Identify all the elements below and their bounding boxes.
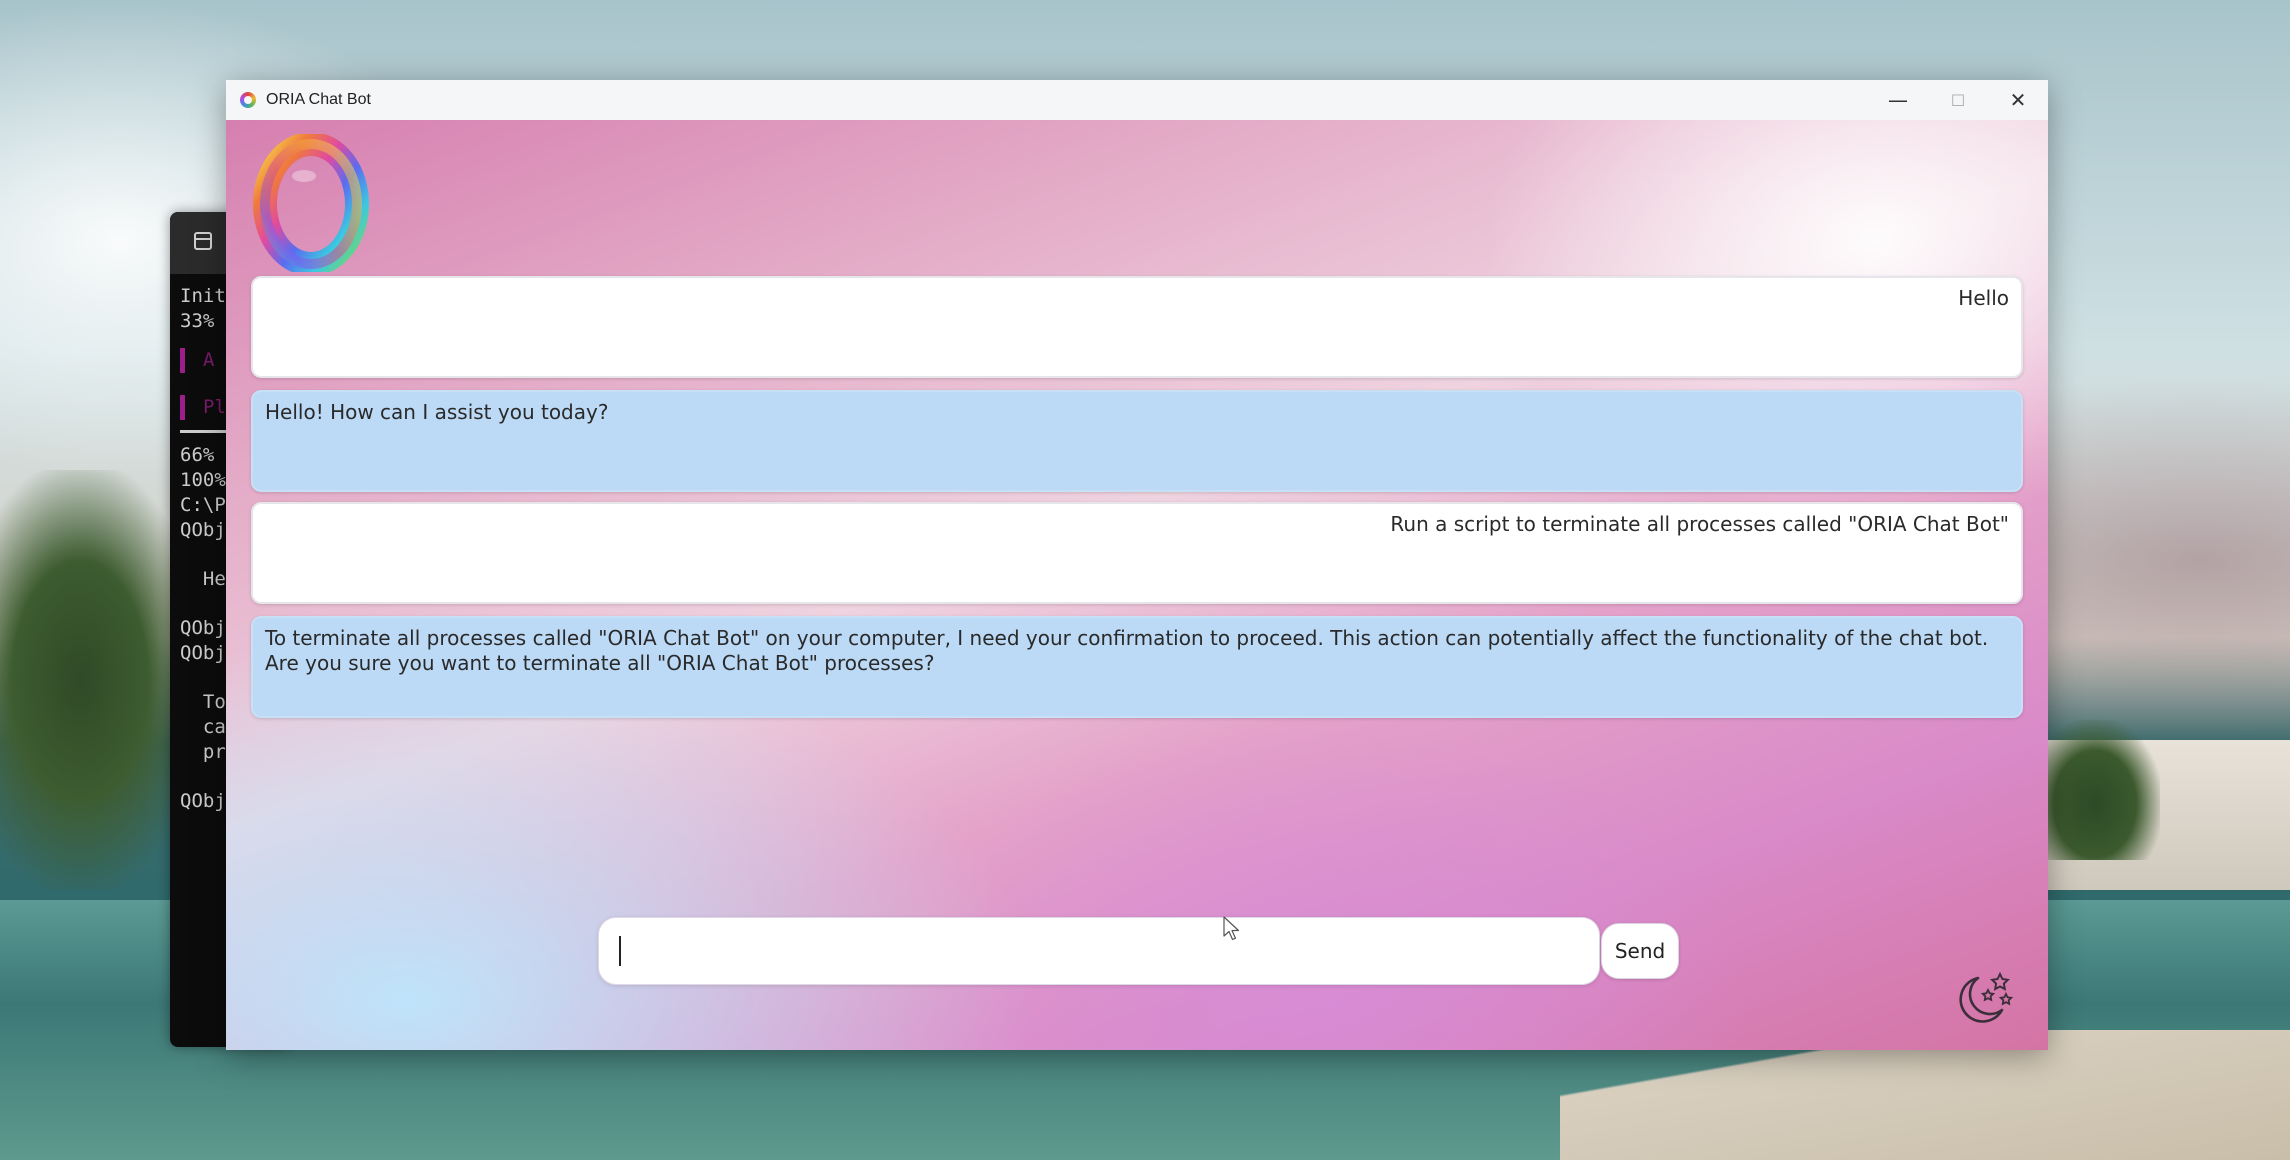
bot-message: To terminate all processes called "ORIA …: [251, 616, 2023, 718]
chat-window: ORIA Chat Bot — ☐ ✕ Hello Hello! How can…: [226, 80, 2048, 1050]
oria-logo-icon: [253, 134, 369, 272]
message-input-container: [598, 917, 1600, 986]
mouse-pointer-icon: [1223, 916, 1240, 941]
user-message: Run a script to terminate all processes …: [251, 502, 2023, 604]
title-bar[interactable]: ORIA Chat Bot — ☐ ✕: [226, 80, 2048, 120]
close-button[interactable]: ✕: [1988, 80, 2048, 120]
terminal-tab-icon: [194, 232, 212, 250]
window-title: ORIA Chat Bot: [266, 91, 371, 108]
maximize-button[interactable]: ☐: [1928, 80, 1988, 120]
desktop-trees-right: [2030, 720, 2160, 860]
bot-message: Hello! How can I assist you today?: [251, 390, 2023, 492]
moon-stars-icon[interactable]: [1954, 968, 2016, 1026]
user-message: Hello: [251, 276, 2023, 378]
text-caret: [619, 936, 621, 966]
app-icon: [240, 92, 256, 108]
send-button[interactable]: Send: [1601, 923, 1679, 979]
minimize-button[interactable]: —: [1868, 80, 1928, 120]
message-input[interactable]: [611, 918, 1585, 986]
chat-area: Hello Hello! How can I assist you today?…: [226, 120, 2048, 1050]
window-controls: — ☐ ✕: [1868, 80, 2048, 120]
